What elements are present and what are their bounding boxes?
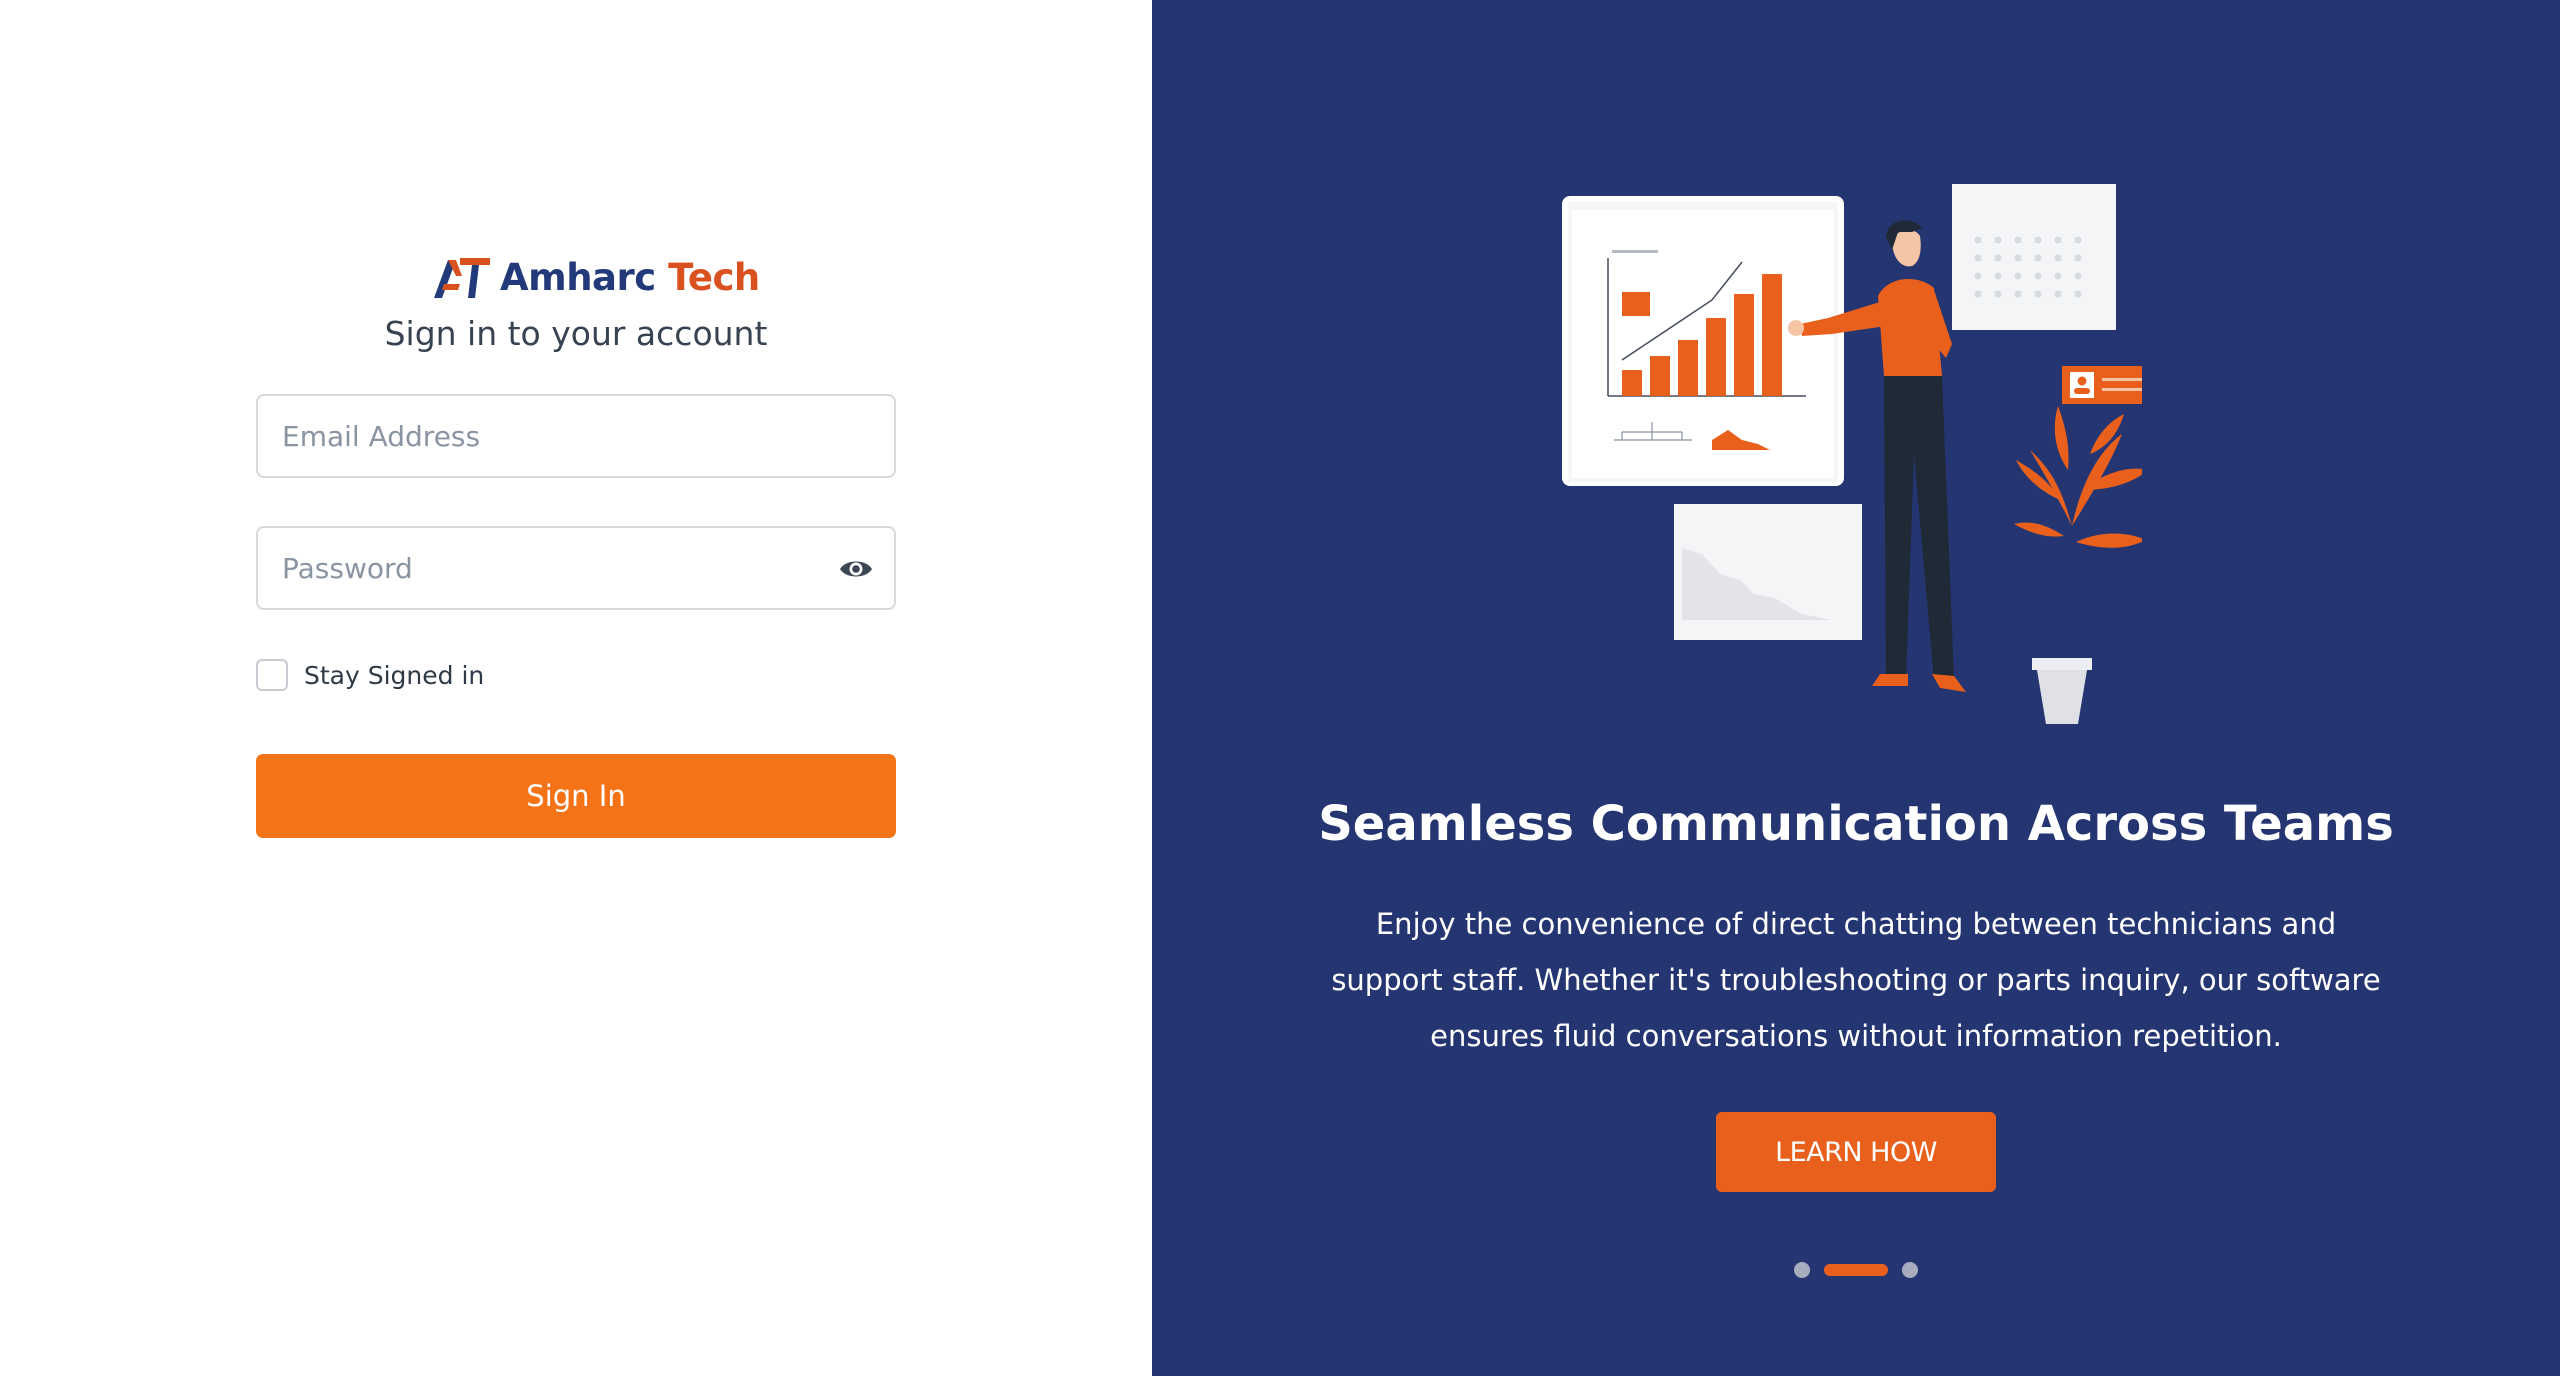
learn-how-button[interactable]: LEARN HOW <box>1716 1112 1996 1192</box>
stay-signed-in-checkbox[interactable] <box>256 659 288 691</box>
promo-description: Enjoy the convenience of direct chatting… <box>1331 907 2381 1053</box>
amharc-logo-icon <box>434 258 490 298</box>
brand-name-part1: Amharc <box>500 255 656 299</box>
password-field[interactable] <box>258 528 894 608</box>
presentation-illustration <box>1562 184 2142 724</box>
stay-signed-in-label[interactable]: Stay Signed in <box>304 661 484 690</box>
eye-icon[interactable] <box>838 552 874 586</box>
brand-name: Amharc Tech <box>500 256 760 299</box>
carousel-dot-2[interactable] <box>1824 1264 1888 1276</box>
email-field[interactable] <box>258 396 894 476</box>
brand-name-part2: Tech <box>668 255 760 299</box>
password-field-container <box>256 526 896 610</box>
promo-panel: Seamless Communication Across Teams Enjo… <box>1152 0 2560 1376</box>
carousel-dot-1[interactable] <box>1794 1262 1810 1278</box>
brand-logo: Amharc Tech <box>430 252 760 302</box>
stay-signed-in: Stay Signed in <box>256 658 484 692</box>
email-field-container <box>256 394 896 478</box>
carousel-indicators <box>1152 1262 2560 1278</box>
promo-headline: Seamless Communication Across Teams <box>1318 796 2394 852</box>
carousel-dot-3[interactable] <box>1902 1262 1918 1278</box>
page-title: Sign in to your account <box>384 314 768 353</box>
login-panel: Amharc Tech Sign in to your account Stay… <box>0 0 1152 1376</box>
sign-in-button[interactable]: Sign In <box>256 754 896 838</box>
